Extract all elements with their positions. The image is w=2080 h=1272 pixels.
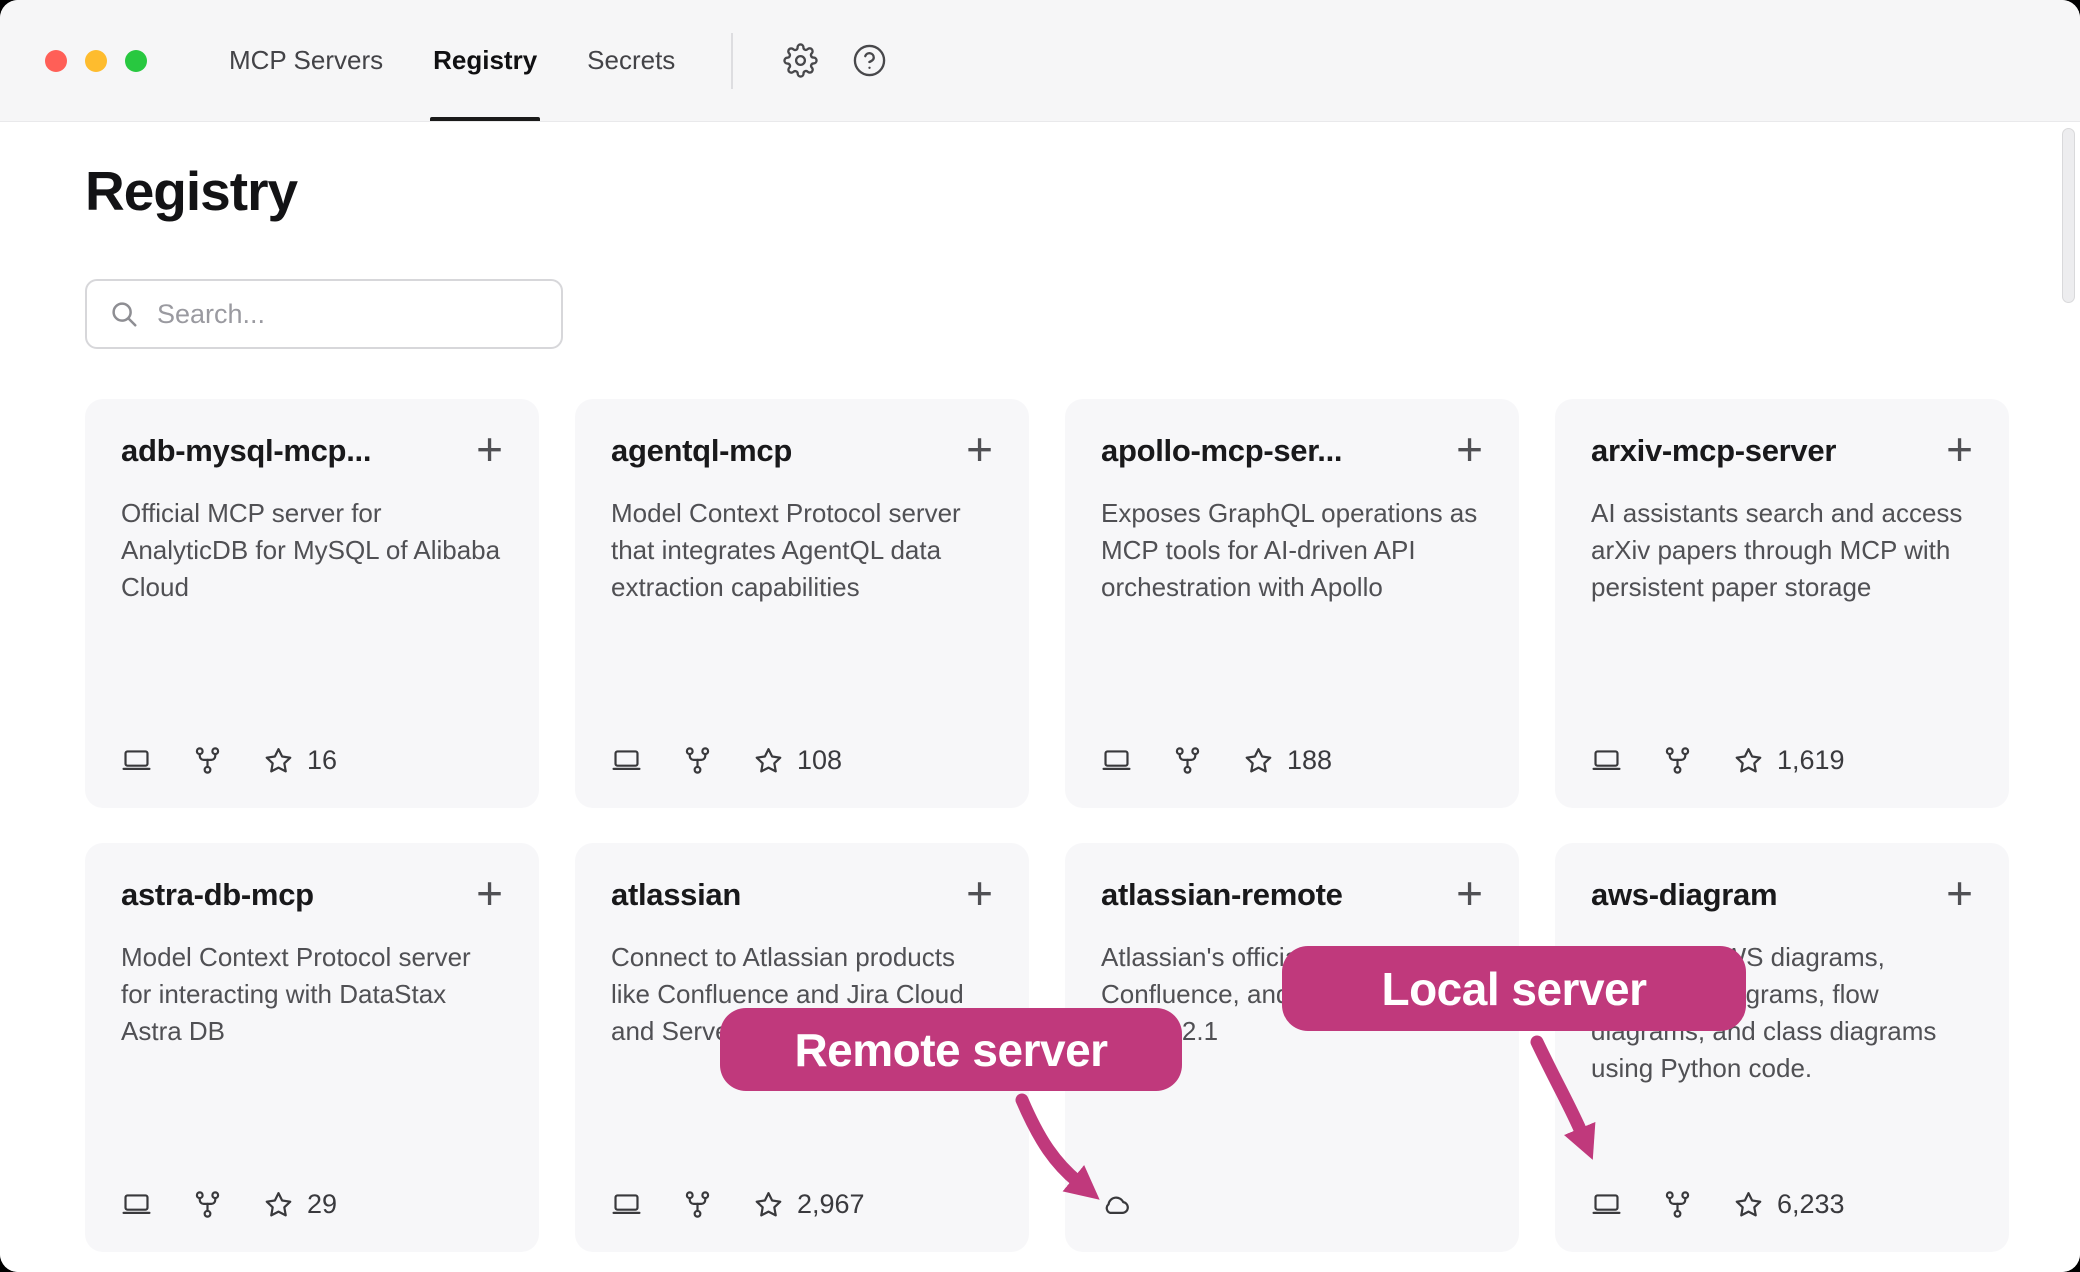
- server-description: Connect to Atlassian products like Confl…: [611, 939, 993, 1050]
- laptop-icon: [611, 745, 642, 776]
- star-count-value: 16: [307, 745, 337, 776]
- tab-mcp-servers[interactable]: MCP Servers: [229, 0, 383, 121]
- add-server-button[interactable]: +: [966, 431, 993, 468]
- card-footer: 29: [121, 1189, 503, 1220]
- star-count-value: 1,619: [1777, 745, 1845, 776]
- fork-icon: [192, 745, 223, 776]
- server-name: astra-db-mcp: [121, 877, 314, 913]
- page-title: Registry: [85, 159, 2080, 223]
- star-icon: [263, 745, 294, 776]
- server-card-arxiv-mcp-server[interactable]: arxiv-mcp-server + AI assistants search …: [1555, 399, 2009, 808]
- star-icon: [1733, 1189, 1764, 1220]
- laptop-icon: [121, 745, 152, 776]
- server-name: atlassian-remote: [1101, 877, 1343, 913]
- server-description: Model Context Protocol server for intera…: [121, 939, 503, 1050]
- server-description: Exposes GraphQL operations as MCP tools …: [1101, 495, 1483, 606]
- card-footer: 1,619: [1591, 745, 1973, 776]
- star-icon: [1733, 745, 1764, 776]
- star-count: 6,233: [1733, 1189, 1845, 1220]
- star-count-value: 188: [1287, 745, 1332, 776]
- add-server-button[interactable]: +: [476, 875, 503, 912]
- fork-icon: [1662, 745, 1693, 776]
- server-card-agentql-mcp[interactable]: agentql-mcp + Model Context Protocol ser…: [575, 399, 1029, 808]
- add-server-button[interactable]: +: [1456, 431, 1483, 468]
- star-icon: [1243, 745, 1274, 776]
- star-count: 1,619: [1733, 745, 1845, 776]
- server-name: atlassian: [611, 877, 741, 913]
- search-input[interactable]: [157, 299, 539, 330]
- add-server-button[interactable]: +: [476, 431, 503, 468]
- tab-secrets[interactable]: Secrets: [587, 0, 675, 121]
- server-card-atlassian-remote[interactable]: atlassian-remote + Atlassian's official …: [1065, 843, 1519, 1252]
- card-footer: 6,233: [1591, 1189, 1973, 1220]
- laptop-icon: [1101, 745, 1132, 776]
- server-description: Atlassian's official server for Jira, Co…: [1101, 939, 1483, 1050]
- server-name: adb-mysql-mcp...: [121, 433, 371, 469]
- minimize-window-button[interactable]: [85, 50, 107, 72]
- titlebar-actions: [783, 43, 887, 78]
- laptop-icon: [121, 1189, 152, 1220]
- star-icon: [263, 1189, 294, 1220]
- add-server-button[interactable]: +: [1946, 875, 1973, 912]
- add-server-button[interactable]: +: [1456, 875, 1483, 912]
- main-tabs: MCP Servers Registry Secrets: [229, 0, 675, 121]
- card-footer: 16: [121, 745, 503, 776]
- cloud-icon: [1101, 1189, 1132, 1220]
- laptop-icon: [1591, 1189, 1622, 1220]
- star-count-value: 108: [797, 745, 842, 776]
- search-box: [85, 279, 563, 349]
- server-description: AI assistants search and access arXiv pa…: [1591, 495, 1973, 606]
- search-icon: [109, 299, 139, 329]
- registry-page: Registry adb-mysql-mcp... + Official MCP…: [0, 123, 2080, 1272]
- server-grid: adb-mysql-mcp... + Official MCP server f…: [85, 399, 2010, 1252]
- star-icon: [753, 1189, 784, 1220]
- star-count: 29: [263, 1189, 337, 1220]
- star-count: 2,967: [753, 1189, 865, 1220]
- help-icon[interactable]: [852, 43, 887, 78]
- star-count: 188: [1243, 745, 1332, 776]
- add-server-button[interactable]: +: [966, 875, 993, 912]
- fork-icon: [1662, 1189, 1693, 1220]
- scrollbar-thumb[interactable]: [2062, 128, 2075, 303]
- server-description: Model Context Protocol server that integ…: [611, 495, 993, 606]
- fork-icon: [682, 745, 713, 776]
- fork-icon: [192, 1189, 223, 1220]
- card-footer: [1101, 1189, 1483, 1220]
- server-name: agentql-mcp: [611, 433, 792, 469]
- server-name: apollo-mcp-ser...: [1101, 433, 1342, 469]
- server-card-aws-diagram[interactable]: aws-diagram + Generate AWS diagrams, seq…: [1555, 843, 2009, 1252]
- star-count: 108: [753, 745, 842, 776]
- zoom-window-button[interactable]: [125, 50, 147, 72]
- card-footer: 2,967: [611, 1189, 993, 1220]
- fork-icon: [1172, 745, 1203, 776]
- titlebar-divider: [731, 33, 733, 89]
- server-card-adb-mysql-mcp[interactable]: adb-mysql-mcp... + Official MCP server f…: [85, 399, 539, 808]
- traffic-lights: [45, 50, 147, 72]
- gear-icon[interactable]: [783, 43, 818, 78]
- server-card-atlassian[interactable]: atlassian + Connect to Atlassian product…: [575, 843, 1029, 1252]
- star-count: 16: [263, 745, 337, 776]
- server-name: aws-diagram: [1591, 877, 1777, 913]
- server-description: Official MCP server for AnalyticDB for M…: [121, 495, 503, 606]
- star-count-value: 29: [307, 1189, 337, 1220]
- titlebar: MCP Servers Registry Secrets: [0, 0, 2080, 122]
- server-card-apollo-mcp-server[interactable]: apollo-mcp-ser... + Exposes GraphQL oper…: [1065, 399, 1519, 808]
- close-window-button[interactable]: [45, 50, 67, 72]
- laptop-icon: [611, 1189, 642, 1220]
- laptop-icon: [1591, 745, 1622, 776]
- star-icon: [753, 745, 784, 776]
- star-count-value: 6,233: [1777, 1189, 1845, 1220]
- server-description: Generate AWS diagrams, sequence diagrams…: [1591, 939, 1973, 1087]
- card-footer: 108: [611, 745, 993, 776]
- tab-registry[interactable]: Registry: [433, 0, 537, 121]
- app-window: MCP Servers Registry Secrets Registry ad…: [0, 0, 2080, 1272]
- server-name: arxiv-mcp-server: [1591, 433, 1836, 469]
- card-footer: 188: [1101, 745, 1483, 776]
- star-count-value: 2,967: [797, 1189, 865, 1220]
- add-server-button[interactable]: +: [1946, 431, 1973, 468]
- fork-icon: [682, 1189, 713, 1220]
- server-card-astra-db-mcp[interactable]: astra-db-mcp + Model Context Protocol se…: [85, 843, 539, 1252]
